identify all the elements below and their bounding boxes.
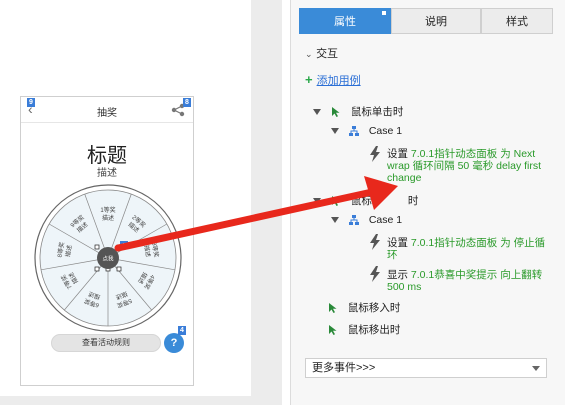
event-hidden[interactable]: 鼠标 时 bbox=[313, 193, 418, 208]
expand-icon bbox=[331, 128, 339, 135]
action-bolt-icon bbox=[370, 146, 380, 162]
design-canvas: ‹ 9 抽奖 8 标题 描述 1等奖 描述 2等奖 描述 3等奖 描述 4等奖 描述 5等奖 描述 bbox=[0, 0, 282, 405]
tab-properties-label: 属性 bbox=[334, 16, 356, 28]
action-bolt-icon bbox=[370, 234, 380, 250]
add-case-link[interactable]: + 添加用例 bbox=[305, 72, 361, 88]
event-mouseenter[interactable]: 鼠标移入时 bbox=[327, 300, 400, 315]
phone-header: ‹ 9 抽奖 8 bbox=[21, 97, 193, 123]
modified-dot-icon bbox=[382, 11, 386, 15]
inspector-tabs: 属性 说明 样式 bbox=[291, 8, 553, 34]
action-target: 7.0.1恭喜中奖提示 向上翻转 500 ms bbox=[387, 269, 543, 293]
add-case-label: 添加用例 bbox=[316, 75, 361, 87]
prize-wheel[interactable]: 1等奖描述 2等奖描述3等奖描述4等奖描述5等奖描述6等奖描述7等奖描述8等奖 描述… bbox=[33, 183, 183, 333]
chevron-down-icon: ⌄ bbox=[305, 49, 313, 59]
cursor-icon bbox=[329, 303, 337, 314]
case-icon bbox=[348, 215, 359, 226]
case-label: Case 1 bbox=[368, 125, 403, 137]
selection-handle[interactable] bbox=[94, 244, 100, 250]
action-show-prize[interactable]: 显示 7.0.1恭喜中奖提示 向上翻转 500 ms bbox=[387, 269, 547, 293]
event-label: 鼠标 bbox=[350, 195, 372, 207]
action-target: 7.0.1指针动态面板 为 停止循环 bbox=[387, 237, 546, 261]
event-onclick[interactable]: 鼠标单击时 bbox=[313, 104, 403, 119]
cursor-icon bbox=[331, 107, 340, 118]
action-set-panel-stop[interactable]: 设置 7.0.1指针动态面板 为 停止循环 bbox=[387, 237, 547, 261]
phone-mockup: ‹ 9 抽奖 8 标题 描述 1等奖 描述 2等奖 描述 3等奖 描述 4等奖 描述 5等奖 描述 bbox=[20, 96, 194, 386]
case-row[interactable]: Case 1 bbox=[331, 214, 402, 226]
selection-handle[interactable] bbox=[94, 266, 100, 272]
cursor-icon bbox=[329, 325, 337, 336]
case-icon bbox=[348, 126, 359, 137]
action-target: 7.0.1指针动态面板 为 Next wrap 循环间隔 50 毫秒 delay… bbox=[387, 148, 542, 184]
wheel-segment-label: 描述 bbox=[102, 214, 114, 222]
share-badge: 8 bbox=[183, 98, 191, 107]
section-interactions-label: 交互 bbox=[316, 48, 339, 60]
action-bolt-icon bbox=[370, 266, 380, 282]
tab-style[interactable]: 样式 bbox=[481, 8, 553, 34]
expand-icon bbox=[313, 198, 321, 205]
canvas-bottom-gutter bbox=[0, 396, 282, 405]
help-button[interactable]: ? bbox=[164, 333, 184, 353]
wheel-segment-label: 1等奖 bbox=[100, 206, 115, 214]
expand-icon bbox=[313, 109, 321, 116]
inspector-panel: 属性 说明 样式 ⌄ 交互 + 添加用例 鼠标单击时 Case 1 设置 7.0.… bbox=[290, 0, 565, 405]
expand-icon bbox=[331, 217, 339, 224]
event-label: 鼠标移入时 bbox=[347, 302, 401, 314]
event-mouseleave[interactable]: 鼠标移出时 bbox=[327, 322, 400, 337]
screen: ‹ 9 抽奖 8 标题 描述 1等奖 描述 2等奖 描述 3等奖 描述 4等奖 描述 5等奖 描述 bbox=[0, 0, 565, 405]
action-verb: 显示 bbox=[387, 269, 411, 281]
case-label: Case 1 bbox=[368, 214, 403, 226]
tab-properties[interactable]: 属性 bbox=[299, 8, 391, 34]
cursor-icon bbox=[331, 196, 340, 207]
action-set-panel[interactable]: 设置 7.0.1指针动态面板 为 Next wrap 循环间隔 50 毫秒 de… bbox=[387, 148, 549, 184]
event-label: 鼠标移出时 bbox=[347, 324, 401, 336]
center-badge: 3 bbox=[122, 243, 126, 250]
event-label: 鼠标单击时 bbox=[350, 106, 404, 118]
case-row[interactable]: Case 1 bbox=[331, 125, 402, 137]
selection-handle[interactable] bbox=[116, 266, 122, 272]
page-subtitle: 描述 bbox=[97, 168, 117, 179]
more-events-label: 更多事件>>> bbox=[312, 362, 376, 374]
phone-header-title: 抽奖 bbox=[97, 108, 117, 119]
chevron-down-icon bbox=[532, 366, 540, 371]
event-label-tail: 时 bbox=[407, 195, 419, 207]
canvas-gutter bbox=[251, 0, 282, 405]
rules-button[interactable]: 查看活动规则 bbox=[51, 334, 161, 352]
tab-notes[interactable]: 说明 bbox=[391, 8, 481, 34]
help-badge: 4 bbox=[178, 326, 186, 335]
action-verb: 设置 bbox=[387, 237, 411, 249]
spin-button-label: 点我 bbox=[102, 255, 114, 263]
section-interactions[interactable]: ⌄ 交互 bbox=[305, 45, 338, 61]
action-verb: 设置 bbox=[387, 148, 411, 160]
more-events-select[interactable]: 更多事件>>> bbox=[305, 358, 547, 378]
plus-icon: + bbox=[305, 72, 313, 87]
